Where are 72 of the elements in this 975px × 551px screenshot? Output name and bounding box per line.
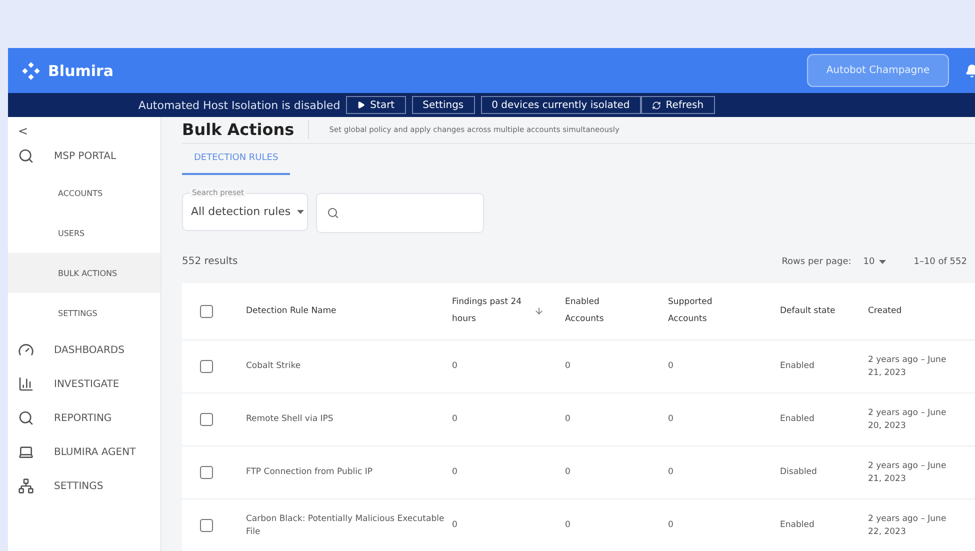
table-cell-text: Cobalt Strike xyxy=(246,360,302,373)
laptop-icon xyxy=(18,444,34,460)
search-icon xyxy=(327,206,339,219)
page-range: 1–10 of 552 xyxy=(914,256,967,267)
nav-item[interactable]: SETTINGS xyxy=(8,469,160,503)
table-cell-text: 0 xyxy=(452,360,458,373)
table-cell-text: 0 xyxy=(452,519,458,532)
table-cell-text: Enabled xyxy=(780,519,816,532)
nav-item[interactable]: REPORTING xyxy=(8,401,160,435)
rows-per-page-select[interactable]: 10 xyxy=(857,256,892,268)
brand-name: Blumira xyxy=(48,62,114,80)
logo-icon xyxy=(22,62,40,80)
search-icon xyxy=(18,148,34,164)
table-cell-text: 0 xyxy=(452,466,458,479)
start-button[interactable]: Start xyxy=(346,96,406,114)
table-cell-text: 0 xyxy=(668,360,674,373)
column-header[interactable]: Default state xyxy=(780,302,868,320)
bar-chart-icon xyxy=(18,376,34,392)
collapse-button[interactable]: < xyxy=(8,123,160,139)
nav-item[interactable]: MSP PORTAL xyxy=(8,139,160,173)
sort-arrow-icon xyxy=(534,306,544,316)
nav-item[interactable]: DASHBOARDS xyxy=(8,333,160,367)
search-field[interactable] xyxy=(316,192,484,233)
isolation-status: Automated Host Isolation is disabled xyxy=(138,98,340,112)
play-icon xyxy=(357,101,366,109)
table-cell-text: FTP Connection from Public IP xyxy=(246,466,374,479)
rows-per-page-label: Rows per page: xyxy=(782,256,852,267)
table-cell-text: 0 xyxy=(565,466,572,479)
settings-button[interactable]: Settings xyxy=(412,96,475,114)
nav-subitem[interactable]: ACCOUNTS xyxy=(8,173,160,213)
table-cell-text: 0 xyxy=(668,466,674,479)
table-cell-text: 0 xyxy=(668,413,674,426)
column-header[interactable]: Created xyxy=(868,302,975,320)
select-all-checkbox[interactable] xyxy=(200,304,213,318)
table-cell-text: 2 years ago – June 21, 2023 xyxy=(868,460,948,486)
refresh-icon xyxy=(652,100,661,110)
table-cell-text: 2 years ago – June 22, 2023 xyxy=(868,512,948,538)
table-cell-text: 2 years ago – June 20, 2023 xyxy=(868,406,948,432)
dropdown-caret-icon xyxy=(878,260,886,264)
table-cell-text: Remote Shell via IPS xyxy=(246,413,334,426)
nav-subitem[interactable]: SETTINGS xyxy=(8,293,160,333)
table-cell-text: Carbon Black: Potentially Malicious Executable File xyxy=(246,512,446,538)
table-cell-text: 0 xyxy=(668,519,674,532)
network-icon xyxy=(18,478,34,494)
nav-subitem[interactable]: USERS xyxy=(8,213,160,253)
column-header[interactable]: Supported Accounts xyxy=(668,294,780,328)
row-checkbox[interactable] xyxy=(200,519,213,532)
table-cell-text: 2 years ago – June 21, 2023 xyxy=(868,354,948,380)
column-header[interactable]: Findings past 24 hours xyxy=(452,294,565,328)
table-cell-text: 0 xyxy=(565,413,572,426)
gauge-icon xyxy=(18,342,34,358)
table-cell-text: Disabled xyxy=(780,466,818,479)
row-checkbox[interactable] xyxy=(200,360,213,373)
nav-subitem[interactable]: BULK ACTIONS xyxy=(8,253,160,293)
table-cell-text: 0 xyxy=(565,360,572,373)
table-cell-text: 0 xyxy=(565,519,572,532)
column-header[interactable]: Detection Rule Name xyxy=(246,302,452,320)
results-count: 552 results xyxy=(182,256,238,268)
table-cell-text: Enabled xyxy=(780,360,816,373)
table-cell-text: Enabled xyxy=(780,413,816,426)
page-title: Bulk Actions xyxy=(182,120,310,140)
bell-icon[interactable] xyxy=(965,64,975,78)
dropdown-caret-icon xyxy=(296,210,304,214)
search-icon xyxy=(18,410,34,426)
isolated-devices-button[interactable]: 0 devices currently isolated xyxy=(480,96,641,114)
row-checkbox[interactable] xyxy=(200,466,213,479)
column-header[interactable]: Enabled Accounts xyxy=(565,294,668,328)
table-cell-text: 0 xyxy=(452,413,458,426)
row-checkbox[interactable] xyxy=(200,413,213,426)
nav-item[interactable]: BLUMIRA AGENT xyxy=(8,435,160,469)
refresh-button[interactable]: Refresh xyxy=(640,96,715,114)
nav-item[interactable]: INVESTIGATE xyxy=(8,367,160,401)
